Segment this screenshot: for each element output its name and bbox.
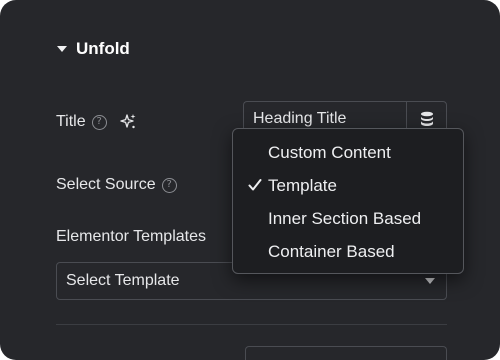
chevron-down-icon (425, 278, 435, 284)
template-select-value: Select Template (66, 272, 180, 289)
help-icon[interactable]: ? (161, 177, 177, 193)
settings-panel: Unfold Title ? Select Source ? Elementor… (0, 0, 500, 360)
next-field-edge (245, 346, 447, 360)
templates-label-row: Elementor Templates (56, 225, 206, 249)
dropdown-option-container[interactable]: Container Based (233, 235, 463, 268)
checkmark-icon (248, 179, 262, 191)
divider (56, 324, 447, 325)
title-label-row: Title ? (56, 110, 137, 134)
help-icon[interactable]: ? (91, 114, 107, 130)
dropdown-option-custom-content[interactable]: Custom Content (233, 136, 463, 169)
source-dropdown-menu: Custom Content Template Inner Section Ba… (232, 128, 464, 274)
caret-down-icon (57, 46, 67, 52)
database-icon (420, 111, 433, 126)
source-label: Select Source (56, 176, 156, 193)
dropdown-option-template[interactable]: Template (233, 169, 463, 202)
option-label: Inner Section Based (268, 208, 422, 228)
title-label: Title (56, 113, 86, 130)
sparkle-icon[interactable] (119, 113, 137, 131)
source-label-row: Select Source ? (56, 173, 177, 197)
option-label: Template (268, 175, 337, 195)
templates-label: Elementor Templates (56, 228, 206, 245)
dropdown-option-inner-section[interactable]: Inner Section Based (233, 202, 463, 235)
unfold-section-toggle[interactable]: Unfold (57, 37, 130, 61)
option-label: Container Based (268, 241, 395, 261)
section-title: Unfold (76, 39, 130, 58)
option-label: Custom Content (268, 142, 391, 162)
